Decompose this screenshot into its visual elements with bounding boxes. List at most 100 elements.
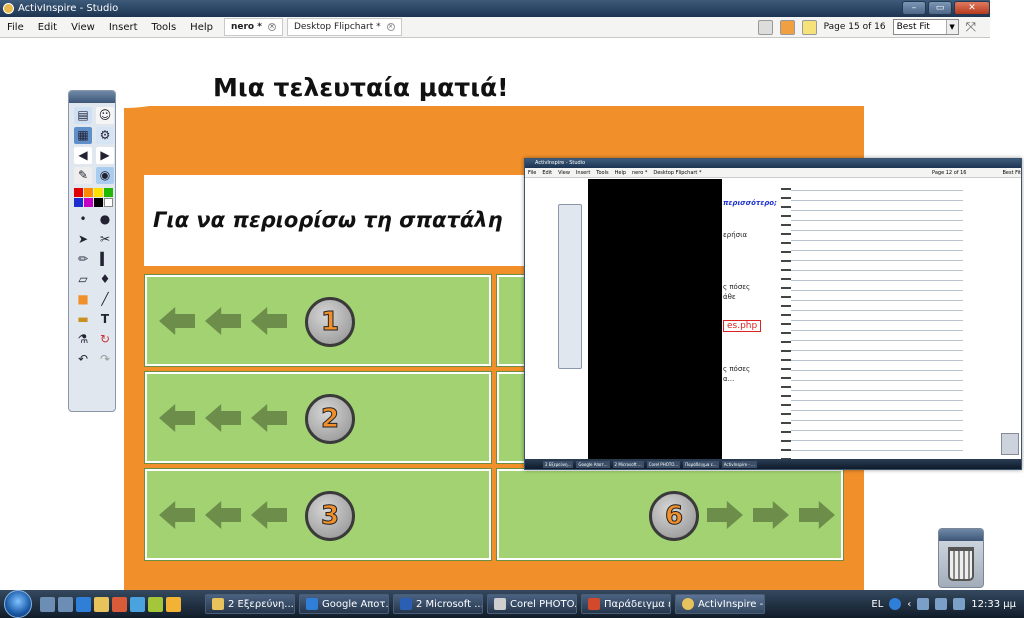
resource-browser-icon[interactable]: ▦ xyxy=(74,127,92,144)
answer-box-3[interactable]: 3 xyxy=(144,468,492,561)
network-icon[interactable] xyxy=(917,598,930,610)
tab-nero[interactable]: nero * × xyxy=(223,18,283,36)
inset-binder-rings xyxy=(781,181,791,461)
number-badge[interactable]: 6 xyxy=(649,491,699,541)
menu-edit[interactable]: Edit xyxy=(31,22,64,33)
menu-insert[interactable]: Insert xyxy=(102,22,145,33)
color-magenta[interactable] xyxy=(84,198,93,207)
number-badge[interactable]: 3 xyxy=(305,491,355,541)
title-bar: ActivInspire - Studio – ▭ ✕ xyxy=(0,0,990,17)
trash-icon[interactable] xyxy=(948,547,974,581)
tab-close-icon[interactable]: × xyxy=(267,23,276,31)
quick-launch xyxy=(40,596,181,612)
menu-help[interactable]: Help xyxy=(183,22,220,33)
shape-icon[interactable]: ■ xyxy=(74,291,92,308)
help-icon[interactable] xyxy=(889,598,902,610)
task-google[interactable]: Google Αποτ... xyxy=(299,594,389,614)
close-button[interactable]: ✕ xyxy=(954,1,990,15)
arrow-left-icon xyxy=(205,501,241,529)
inset-note: ς πόσες xyxy=(723,365,751,373)
menu-file[interactable]: File xyxy=(0,22,31,33)
note-icon[interactable] xyxy=(801,19,817,35)
volume-icon[interactable] xyxy=(953,598,966,610)
undo-icon[interactable]: ↶ xyxy=(74,351,92,368)
minimize-button[interactable]: – xyxy=(902,1,926,15)
show-desktop-icon[interactable] xyxy=(40,596,55,612)
text-icon[interactable]: T xyxy=(96,311,114,328)
tab-label: nero * xyxy=(230,22,262,32)
task-label: 2 Εξερεύνη... xyxy=(228,598,294,610)
answer-box-2[interactable]: 2 xyxy=(144,371,492,464)
tab-desktop-flipchart[interactable]: Desktop Flipchart * × xyxy=(286,18,402,36)
number-badge[interactable]: 2 xyxy=(305,394,355,444)
redo-icon[interactable]: ↷ xyxy=(96,351,114,368)
globe-icon[interactable] xyxy=(130,596,145,612)
task-corel[interactable]: Corel PHOTO... xyxy=(487,594,577,614)
folder-icon[interactable]: ▬ xyxy=(74,311,92,328)
task-paradeigma[interactable]: Παράδειγμα ε... xyxy=(581,594,671,614)
security-icon[interactable] xyxy=(935,598,948,610)
clock[interactable]: 12:33 μμ xyxy=(971,599,1016,610)
activinspire-quick-icon[interactable] xyxy=(166,596,181,612)
connector-icon[interactable]: ╱ xyxy=(96,291,114,308)
profile-icon[interactable]: ☺ xyxy=(96,107,114,124)
color-orange[interactable] xyxy=(84,188,93,197)
fullscreen-icon[interactable]: ⤧ xyxy=(966,20,976,35)
pen-icon[interactable]: ✏ xyxy=(74,251,92,268)
task-label: Google Αποτ... xyxy=(322,598,389,610)
clear-icon[interactable]: ⚗ xyxy=(74,331,92,348)
trash-can[interactable] xyxy=(938,528,984,588)
trash-handle[interactable] xyxy=(939,529,983,541)
color-blue[interactable] xyxy=(74,198,83,207)
browser-icon[interactable] xyxy=(779,19,795,35)
fill-icon[interactable]: ♦ xyxy=(96,271,114,288)
main-menu-icon[interactable]: ▤ xyxy=(74,107,92,124)
task-microsoft[interactable]: 2 Microsoft ... xyxy=(393,594,483,614)
language-indicator[interactable]: EL xyxy=(871,599,883,610)
color-yellow[interactable] xyxy=(94,188,103,197)
zoom-select[interactable]: Best Fit ▼ xyxy=(892,19,959,35)
inset-black-area xyxy=(588,179,722,461)
maximize-button[interactable]: ▭ xyxy=(928,1,952,15)
number-badge[interactable]: 1 xyxy=(305,297,355,347)
main-toolbox[interactable]: ▤ ☺ ▦ ⚙ ◀ ▶ ✎ ◉ • ● ➤ ✂ ✏ ▍ ▱ ♦ ■ ╱ ▬ T … xyxy=(68,90,116,412)
answer-box-1[interactable]: 1 xyxy=(144,274,492,367)
next-page-icon[interactable]: ▶ xyxy=(96,147,114,164)
page-sorter-icon[interactable] xyxy=(757,19,773,35)
highlighter-icon[interactable]: ▍ xyxy=(96,251,114,268)
app-icon[interactable] xyxy=(148,596,163,612)
previous-page-icon[interactable]: ◀ xyxy=(74,147,92,164)
eraser-icon[interactable]: ▱ xyxy=(74,271,92,288)
chevron-left-icon[interactable]: ‹ xyxy=(907,599,911,610)
toolbox-handle[interactable] xyxy=(69,91,115,103)
web-browser-icon[interactable]: ◉ xyxy=(96,167,114,184)
internet-explorer-icon[interactable] xyxy=(76,596,91,612)
menu-tools[interactable]: Tools xyxy=(145,22,184,33)
start-button[interactable] xyxy=(4,590,32,618)
color-white[interactable] xyxy=(104,198,113,207)
answer-box-6[interactable]: 6 xyxy=(496,468,844,561)
chevron-down-icon[interactable]: ▼ xyxy=(945,20,958,34)
task-explorer[interactable]: 2 Εξερεύνη... xyxy=(205,594,295,614)
inset-note: ερήσια xyxy=(723,231,748,239)
pen-width-large-icon[interactable]: ● xyxy=(96,211,114,228)
folder-icon[interactable] xyxy=(94,596,109,612)
activinspire-icon xyxy=(682,598,694,610)
color-green[interactable] xyxy=(104,188,113,197)
color-black[interactable] xyxy=(94,198,103,207)
reset-page-icon[interactable]: ↻ xyxy=(96,331,114,348)
media-icon[interactable] xyxy=(112,596,127,612)
menu-view[interactable]: View xyxy=(64,22,102,33)
tools-icon[interactable]: ✂ xyxy=(96,231,114,248)
task-activinspire[interactable]: ActivInspire - ... xyxy=(675,594,765,614)
toolbox-settings-icon[interactable]: ⚙ xyxy=(96,127,114,144)
arrow-right-icon xyxy=(799,501,835,529)
pen-width-icon[interactable]: • xyxy=(74,211,92,228)
select-icon[interactable]: ➤ xyxy=(74,231,92,248)
color-red[interactable] xyxy=(74,188,83,197)
switch-windows-icon[interactable] xyxy=(58,596,73,612)
desktop-annotate-icon[interactable]: ✎ xyxy=(74,167,92,184)
tab-close-icon[interactable]: × xyxy=(386,23,395,31)
zoom-value: Best Fit xyxy=(896,22,930,32)
inset-note: α... xyxy=(723,375,735,383)
